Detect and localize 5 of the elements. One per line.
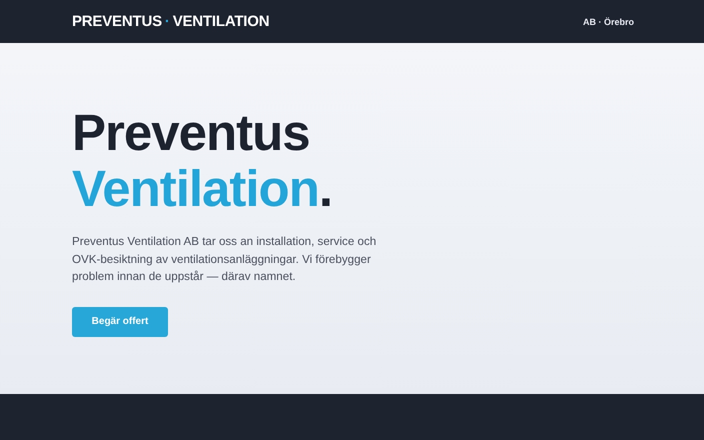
- logo[interactable]: PREVENTUS · VENTILATION: [72, 13, 270, 30]
- headline-accent: Ventilation.: [72, 161, 332, 217]
- company-location: AB · Örebro: [582, 16, 634, 26]
- headline: Preventus: [72, 105, 310, 161]
- hero-description: Preventus Ventilation AB tar oss an installation, service och OVK-besiktning av ventilationsanläggningar. Vi förebygger problem innan de uppstår — därav namnet.: [72, 234, 377, 285]
